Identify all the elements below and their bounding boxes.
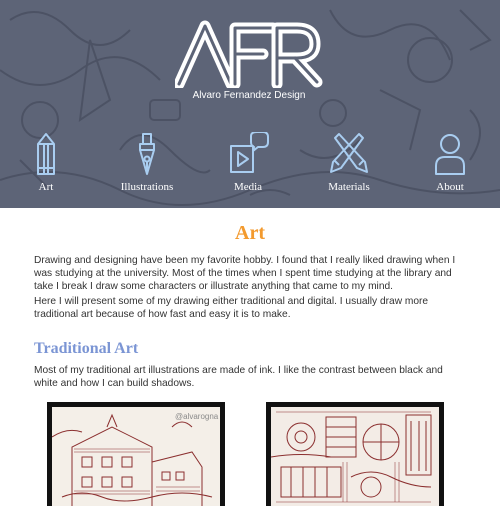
- gallery-image-building[interactable]: @alvarogna: [47, 402, 225, 506]
- nav-item-media[interactable]: Media: [203, 132, 293, 193]
- media-play-icon: [230, 132, 269, 173]
- pen-nib-icon: [139, 133, 155, 175]
- ink-machinery-illustration: [271, 407, 439, 506]
- ink-building-illustration: [52, 407, 220, 506]
- nav-item-about[interactable]: About: [405, 132, 495, 193]
- crossed-pencils-icon: [330, 133, 368, 173]
- main-nav: Art Illustrations Media Materials About: [0, 132, 500, 202]
- main-content: Art Drawing and designing have been my f…: [0, 208, 500, 506]
- nav-label-about: About: [436, 181, 464, 193]
- nav-label-media: Media: [233, 181, 263, 193]
- nav-label-art: Art: [38, 181, 54, 193]
- pencil-icon: [37, 133, 55, 175]
- page-title: Art: [235, 222, 265, 244]
- hero-content: Alvaro Fernandez Design Art Illustration…: [0, 0, 500, 208]
- nav-item-materials[interactable]: Materials: [304, 132, 394, 193]
- afr-logo[interactable]: [175, 18, 325, 88]
- section-paragraph: Most of my traditional art illustrations…: [34, 365, 443, 389]
- nav-item-art[interactable]: Art: [1, 132, 91, 193]
- intro-paragraph-1: Drawing and designing have been my favor…: [34, 255, 456, 292]
- intro-paragraph-2: Here I will present some of my drawing e…: [34, 296, 429, 320]
- site-tagline: Alvaro Fernandez Design: [0, 90, 500, 101]
- tagline-text: Alvaro Fernandez Design: [192, 90, 306, 101]
- nav-label-materials: Materials: [328, 181, 370, 193]
- user-icon: [435, 134, 465, 175]
- nav-item-illustrations[interactable]: Illustrations: [102, 132, 192, 193]
- header-hero: Alvaro Fernandez Design Art Illustration…: [0, 0, 500, 208]
- artist-watermark: @alvarogna: [175, 412, 219, 421]
- section-title-traditional-art: Traditional Art: [34, 340, 139, 357]
- nav-label-illustrations: Illustrations: [120, 181, 174, 193]
- gallery-image-machinery[interactable]: [266, 402, 444, 506]
